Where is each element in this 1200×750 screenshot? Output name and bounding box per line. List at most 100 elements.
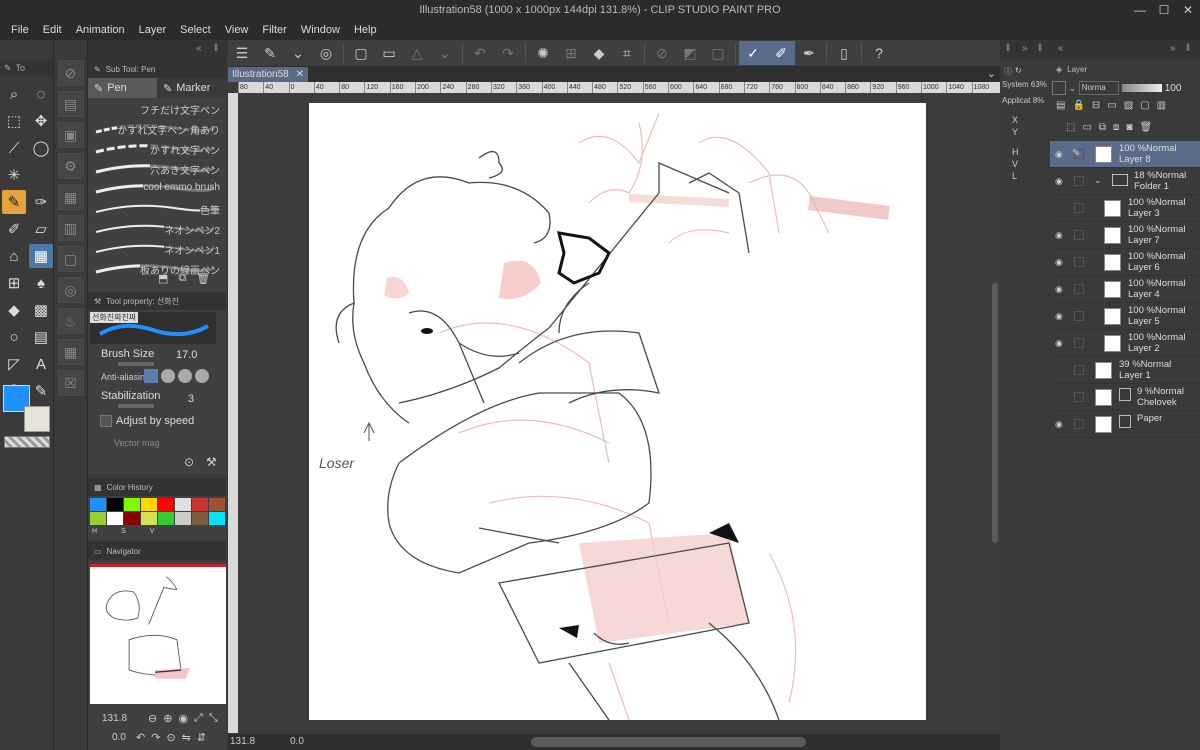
loading-icon[interactable]: ✺ xyxy=(529,41,557,65)
navigator-angle-value[interactable]: 0.0 xyxy=(112,732,126,743)
new-file-icon[interactable]: ▢ xyxy=(347,41,375,65)
menu-animation[interactable]: Animation xyxy=(69,20,132,40)
layer-row[interactable]: ◉ 100 %Normal Layer 7 xyxy=(1050,222,1200,249)
pen-pressure-icon[interactable]: ✓ xyxy=(739,41,767,65)
invert-selection-icon[interactable]: ◩ xyxy=(676,41,704,65)
pencil-tool-icon[interactable]: ✐ xyxy=(2,217,26,241)
maximize-icon[interactable]: ☐ xyxy=(1152,0,1176,20)
create-subtool-icon[interactable]: ⬒ xyxy=(158,272,168,285)
merge-icon[interactable]: ⧈ xyxy=(1113,122,1119,133)
navigator-zoom-value[interactable]: 131.8 xyxy=(102,713,127,724)
zoom-out-icon[interactable]: ⊖ xyxy=(148,712,157,725)
correct-line-icon[interactable]: ✎ xyxy=(29,379,53,403)
color-swatch[interactable] xyxy=(141,512,157,525)
circle-icon[interactable]: ◎ xyxy=(57,277,84,303)
layer-row[interactable]: ◉ 100 %Normal Layer 4 xyxy=(1050,276,1200,303)
vertical-scrollbar[interactable] xyxy=(990,93,1000,734)
edit-icon[interactable]: ✎ xyxy=(256,41,284,65)
color-swatch[interactable] xyxy=(107,498,123,511)
eye-icon[interactable]: ◉ xyxy=(1055,230,1066,241)
undo-icon[interactable]: ↶ xyxy=(466,41,494,65)
open-folder-icon[interactable]: ▭ xyxy=(375,41,403,65)
brush-size-slider[interactable] xyxy=(118,362,154,366)
layer-row[interactable]: ◉ 100 %Normal Layer 6 xyxy=(1050,249,1200,276)
eye-icon[interactable]: ◉ xyxy=(1055,338,1066,349)
color-swatch[interactable] xyxy=(209,498,225,511)
eyedropper-icon[interactable]: ⟋ xyxy=(2,136,26,160)
close-icon[interactable]: ✕ xyxy=(1176,0,1200,20)
layer-lock-checkbox[interactable] xyxy=(1074,419,1084,429)
transform-icon[interactable]: ⊞ xyxy=(557,41,585,65)
settings-icon[interactable]: ⊙ xyxy=(184,455,194,469)
menu-icon[interactable]: ☰ xyxy=(228,41,256,65)
lock-icon[interactable]: 🔒 xyxy=(1072,100,1084,111)
color-swatch[interactable] xyxy=(90,498,106,511)
layer-lock-checkbox[interactable] xyxy=(1074,230,1084,240)
pen-tool-icon[interactable]: ✎ xyxy=(2,190,26,214)
menu-select[interactable]: Select xyxy=(173,20,218,40)
color-swatch[interactable] xyxy=(158,498,174,511)
opacity-value[interactable]: 100 xyxy=(1165,83,1182,94)
collapse-icon[interactable]: » xyxy=(1170,43,1176,54)
ruler-icon[interactable]: ▤ xyxy=(29,325,53,349)
layer-row[interactable]: ◉ ✎ 100 %Normal Layer 8 xyxy=(1050,141,1200,168)
brush-item[interactable]: cool emmo brush xyxy=(88,178,226,198)
color-mode-v[interactable]: V xyxy=(150,528,155,535)
layer-row[interactable]: ◉ Paper xyxy=(1050,411,1200,438)
scroll-thumb[interactable] xyxy=(992,283,998,543)
brush-pressure-icon[interactable]: ✐ xyxy=(767,41,795,65)
color-swatch[interactable] xyxy=(192,498,208,511)
antialias-strong[interactable] xyxy=(195,369,209,383)
color-mode-s[interactable]: S xyxy=(121,528,126,535)
layer-row[interactable]: 39 %Normal Layer 1 xyxy=(1050,357,1200,384)
blend-mode-select[interactable]: Norma xyxy=(1078,81,1119,95)
brush-item[interactable]: ネオンペン1 xyxy=(88,238,226,258)
liquify-icon[interactable]: ♠ xyxy=(29,271,53,295)
text-icon[interactable]: A xyxy=(29,352,53,376)
chevron-down-icon[interactable]: ⌄ xyxy=(1094,175,1102,186)
layer-lock-checkbox[interactable] xyxy=(1074,203,1084,213)
eye-icon[interactable] xyxy=(1055,392,1066,403)
smartphone-icon[interactable]: ▯ xyxy=(830,41,858,65)
reference-icon[interactable]: ▭ xyxy=(1107,100,1116,111)
tab-marker[interactable]: ✎ Marker xyxy=(157,78,226,98)
color-swatch[interactable] xyxy=(175,498,191,511)
collapse-icon[interactable]: » xyxy=(1022,43,1028,54)
layer-row[interactable]: ◉ 100 %Normal Layer 2 xyxy=(1050,330,1200,357)
layer-lock-checkbox[interactable] xyxy=(1074,284,1084,294)
layer-icon[interactable]: ▤ xyxy=(57,91,84,117)
eye-icon[interactable] xyxy=(1055,203,1066,214)
layer-lock-checkbox[interactable] xyxy=(1074,257,1084,267)
wrench-icon[interactable]: ⚒ xyxy=(206,455,217,469)
swirl-icon[interactable]: ◎ xyxy=(312,41,340,65)
chevron-down-icon[interactable]: ⌄ xyxy=(284,41,312,65)
help-icon[interactable]: ? xyxy=(865,41,893,65)
chevron-down-icon[interactable]: ⌄ xyxy=(1069,84,1076,93)
status-angle[interactable]: 0.0 xyxy=(290,736,304,747)
frame-icon[interactable]: ⊞ xyxy=(2,271,26,295)
canvas-paper[interactable]: Loser xyxy=(309,103,926,721)
eye-icon[interactable]: ◉ xyxy=(1055,176,1066,187)
chevron-down-icon[interactable]: ⌄ xyxy=(431,41,459,65)
color-swatch[interactable] xyxy=(175,512,191,525)
brush-item[interactable]: ネオンペン2 xyxy=(88,218,226,238)
eye-icon[interactable]: ◉ xyxy=(1055,419,1066,430)
copy-layer-icon[interactable]: ⧉ xyxy=(1099,122,1106,133)
reset-rotation-icon[interactable]: ⊙ xyxy=(166,731,175,744)
grid-icon[interactable]: ▦ xyxy=(57,339,84,365)
rotate-right-icon[interactable]: ↷ xyxy=(151,731,160,744)
move-icon[interactable]: ✥ xyxy=(29,109,53,133)
close-icon[interactable]: ✕ xyxy=(295,69,303,80)
collapse-right-icon[interactable]: « xyxy=(196,43,202,54)
navigator-preview[interactable] xyxy=(90,564,226,704)
draft-icon[interactable]: ▨ xyxy=(1124,100,1133,111)
antialias-options[interactable] xyxy=(144,369,209,383)
color-swatch[interactable] xyxy=(209,512,225,525)
layer-row[interactable]: ◉ 100 %Normal Layer 5 xyxy=(1050,303,1200,330)
color-swatch[interactable] xyxy=(107,512,123,525)
brush-item[interactable]: 色筆 xyxy=(88,198,226,218)
tab-document[interactable]: Illustration58 ✕ xyxy=(228,67,308,82)
minimize-icon[interactable]: — xyxy=(1128,0,1152,20)
crop-icon[interactable]: ⌗ xyxy=(613,41,641,65)
color-swatch[interactable] xyxy=(192,512,208,525)
